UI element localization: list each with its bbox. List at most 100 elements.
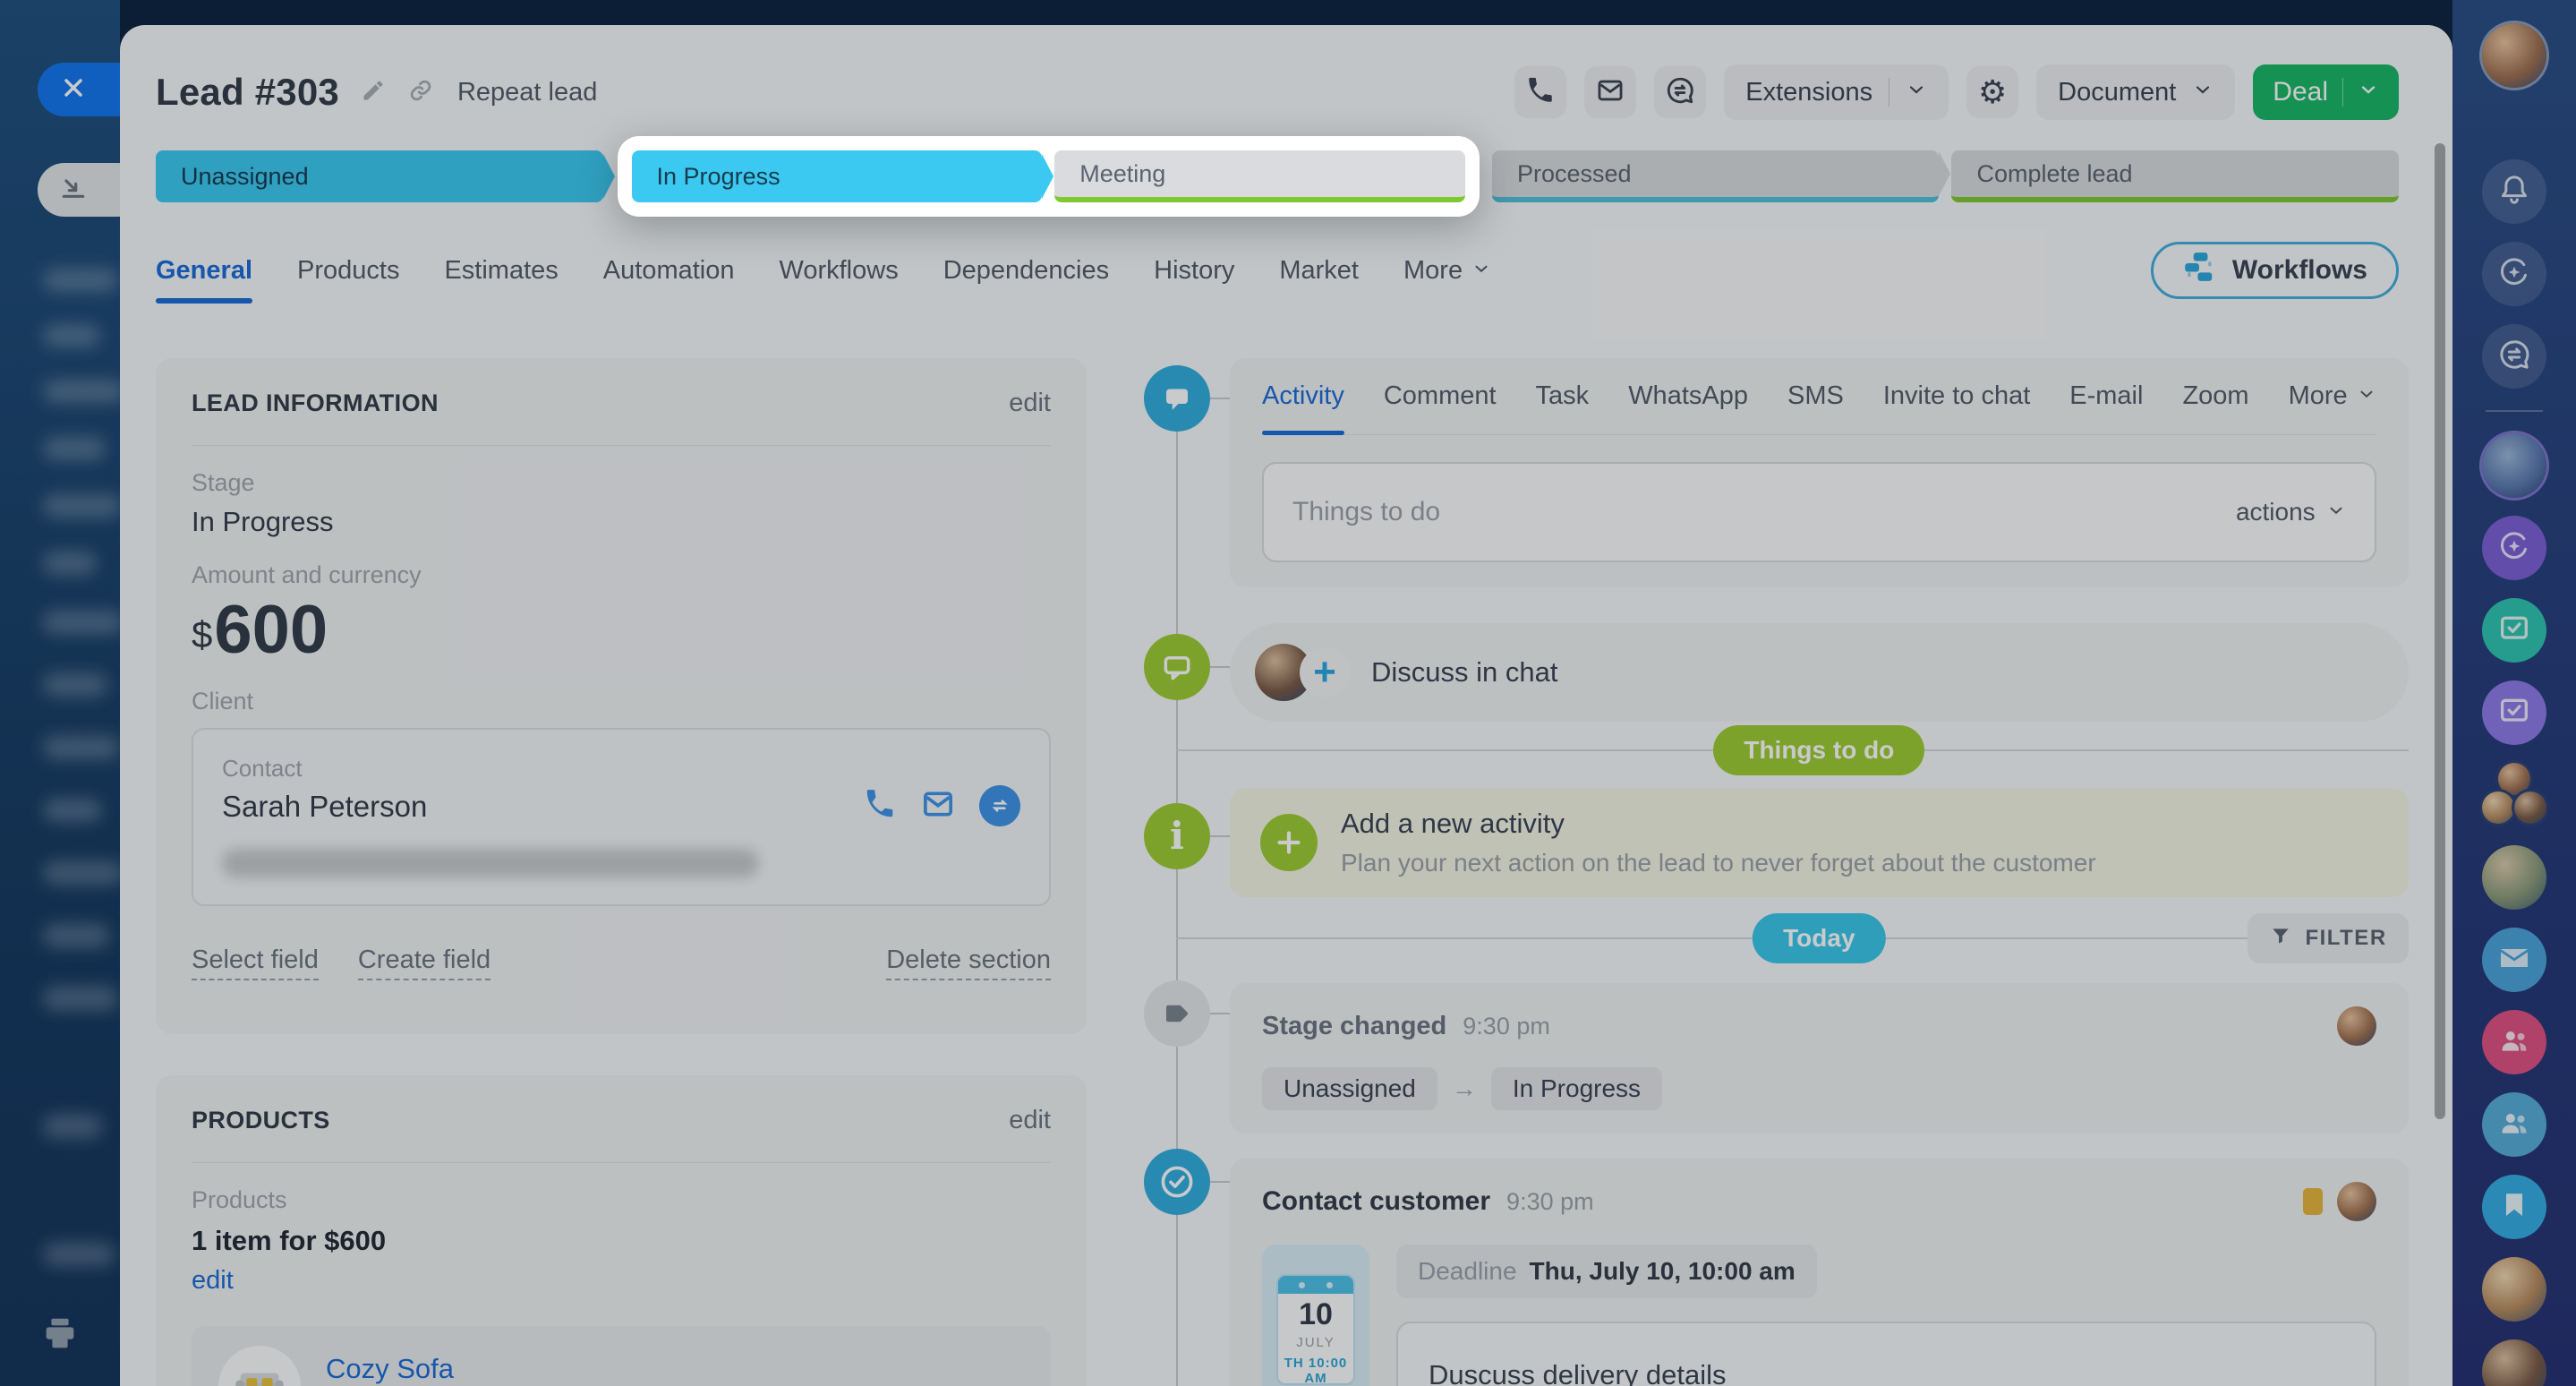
feed-tab-activity[interactable]: Activity (1262, 381, 1344, 411)
delete-section-link[interactable]: Delete section (886, 945, 1051, 980)
feed-tab-email[interactable]: E-mail (2069, 381, 2143, 411)
call-button[interactable] (1514, 66, 1566, 118)
open-chat-button[interactable] (1654, 66, 1706, 118)
messenger-button[interactable] (2482, 324, 2546, 389)
edit-section-link[interactable]: edit (1009, 1106, 1051, 1135)
add-activity-banner[interactable]: Add a new activity Plan your next action… (1230, 788, 2409, 897)
user-avatar[interactable] (2482, 23, 2546, 88)
event-stage-changed[interactable]: Stage changed 9:30 pm Unassigned → In Pr… (1230, 983, 2409, 1134)
blurred-menu-item (43, 987, 118, 1010)
tab-automation[interactable]: Automation (603, 256, 735, 286)
event-contact-customer[interactable]: Contact customer 9:30 pm 10 JULY (1230, 1159, 2409, 1386)
mail-chat-item[interactable] (2482, 928, 2546, 992)
task-check-icon (2496, 693, 2532, 733)
lead-info-column: LEAD INFORMATION edit Stage In Progress … (156, 358, 1087, 1386)
tab-market[interactable]: Market (1279, 256, 1359, 286)
chat-avatar[interactable] (2482, 1339, 2546, 1386)
edit-title-icon[interactable] (361, 78, 386, 107)
products-field-label: Products (192, 1186, 1051, 1214)
filter-button[interactable]: FILTER (2248, 913, 2408, 963)
amount-value[interactable]: $600 (192, 596, 1051, 664)
workflows-button[interactable]: Workflows (2151, 242, 2399, 299)
vertical-scrollbar[interactable] (2435, 143, 2445, 1119)
saved-messages-item[interactable] (2482, 1175, 2546, 1239)
stage-unassigned[interactable]: Unassigned (156, 150, 603, 202)
settings-button[interactable]: ⚙ (1966, 66, 2018, 118)
copilot-chat-item[interactable] (2482, 516, 2546, 580)
edit-section-link[interactable]: edit (1009, 389, 1051, 418)
notifications-button[interactable] (2482, 159, 2546, 224)
tab-workflows[interactable]: Workflows (779, 256, 898, 286)
tab-products[interactable]: Products (297, 256, 399, 286)
feed-tab-invite-to-chat[interactable]: Invite to chat (1883, 381, 2030, 411)
close-slider-button[interactable] (38, 63, 120, 116)
blurred-menu-item (43, 1243, 115, 1266)
copilot-button[interactable] (2482, 242, 2546, 306)
tasks-chat-item[interactable] (2482, 680, 2546, 745)
tab-more[interactable]: More (1403, 256, 1491, 286)
create-field-link[interactable]: Create field (358, 945, 490, 980)
field-links-row: Select field Create field Delete section (192, 945, 1051, 980)
feed-tab-task[interactable]: Task (1536, 381, 1590, 411)
email-button[interactable] (1584, 66, 1636, 118)
contact-card[interactable]: Contact Sarah Peterson (192, 728, 1051, 906)
feed-tab-zoom[interactable]: Zoom (2182, 381, 2248, 411)
tab-history[interactable]: History (1154, 256, 1234, 286)
arrow-right-icon: → (1452, 1074, 1477, 1103)
feed-tab-label: Invite to chat (1883, 381, 2030, 411)
group-chat-avatars[interactable] (2482, 763, 2546, 827)
actions-dropdown[interactable]: actions (2236, 498, 2346, 526)
stage-complete-lead[interactable]: Complete lead (1951, 150, 2399, 202)
select-field-link[interactable]: Select field (192, 945, 319, 980)
feed-tab-comment[interactable]: Comment (1384, 381, 1497, 411)
add-activity-title: Add a new activity (1341, 808, 2096, 840)
collapse-slider-button[interactable] (38, 163, 120, 217)
stage-change-timeline-icon (1144, 980, 1210, 1047)
activity-note[interactable]: Duscuss delivery details (1396, 1322, 2376, 1386)
stage-processed[interactable]: Processed (1492, 150, 1940, 202)
extensions-dropdown[interactable]: Extensions (1724, 64, 1949, 120)
stage-in-progress[interactable]: In Progress (632, 150, 1043, 202)
feed-tab-more[interactable]: More (2289, 381, 2376, 411)
chat-avatar[interactable] (2482, 433, 2546, 498)
badge-label: Today (1783, 924, 1855, 953)
tab-estimates[interactable]: Estimates (444, 256, 558, 286)
discuss-in-chat-row[interactable]: + Discuss in chat (1230, 623, 2409, 722)
chat-exchange-icon (1665, 75, 1695, 110)
product-row[interactable]: Cozy Sofa $600 (192, 1326, 1051, 1386)
things-to-do-input[interactable]: Things to do actions (1262, 462, 2376, 562)
add-participant-button[interactable]: + (1300, 647, 1350, 697)
printer-icon[interactable] (39, 1313, 81, 1359)
tasks-chat-item[interactable] (2482, 598, 2546, 663)
stage-meeting[interactable]: Meeting (1054, 150, 1465, 202)
phone-icon[interactable] (863, 787, 897, 826)
edit-products-link[interactable]: edit (192, 1266, 1051, 1296)
feed-tab-sms[interactable]: SMS (1787, 381, 1844, 411)
today-badge[interactable]: Today (1753, 913, 1885, 963)
chevron-down-icon (1906, 78, 1927, 107)
info-timeline-icon: i (1144, 803, 1210, 869)
messenger-icon[interactable] (979, 785, 1020, 826)
divider (192, 445, 1051, 446)
product-name[interactable]: Cozy Sofa (326, 1353, 454, 1385)
products-summary: 1 item for $600 (192, 1225, 1051, 1257)
stage-field-value[interactable]: In Progress (192, 506, 1051, 538)
mail-icon[interactable] (920, 786, 956, 826)
tab-dependencies[interactable]: Dependencies (943, 256, 1109, 286)
pinned-badge (2303, 1188, 2323, 1215)
feed-tabs: Activity Comment Task WhatsApp SMS Invit… (1262, 381, 2376, 435)
feed-tab-whatsapp[interactable]: WhatsApp (1628, 381, 1748, 411)
blurred-menu-item (43, 611, 120, 634)
tab-label: Automation (603, 256, 735, 286)
deal-button[interactable]: Deal (2253, 64, 2399, 120)
chat-avatar[interactable] (2482, 845, 2546, 910)
chat-avatar[interactable] (2482, 1257, 2546, 1322)
feed-tab-label: SMS (1787, 381, 1844, 411)
tab-general[interactable]: General (156, 256, 252, 286)
things-to-do-badge[interactable]: Things to do (1713, 725, 1924, 775)
hr-group-chat-item[interactable] (2482, 1010, 2546, 1074)
document-dropdown[interactable]: Document (2036, 64, 2235, 120)
team-group-chat-item[interactable] (2482, 1092, 2546, 1157)
copy-link-icon[interactable] (407, 77, 434, 108)
product-thumbnail (218, 1346, 301, 1386)
